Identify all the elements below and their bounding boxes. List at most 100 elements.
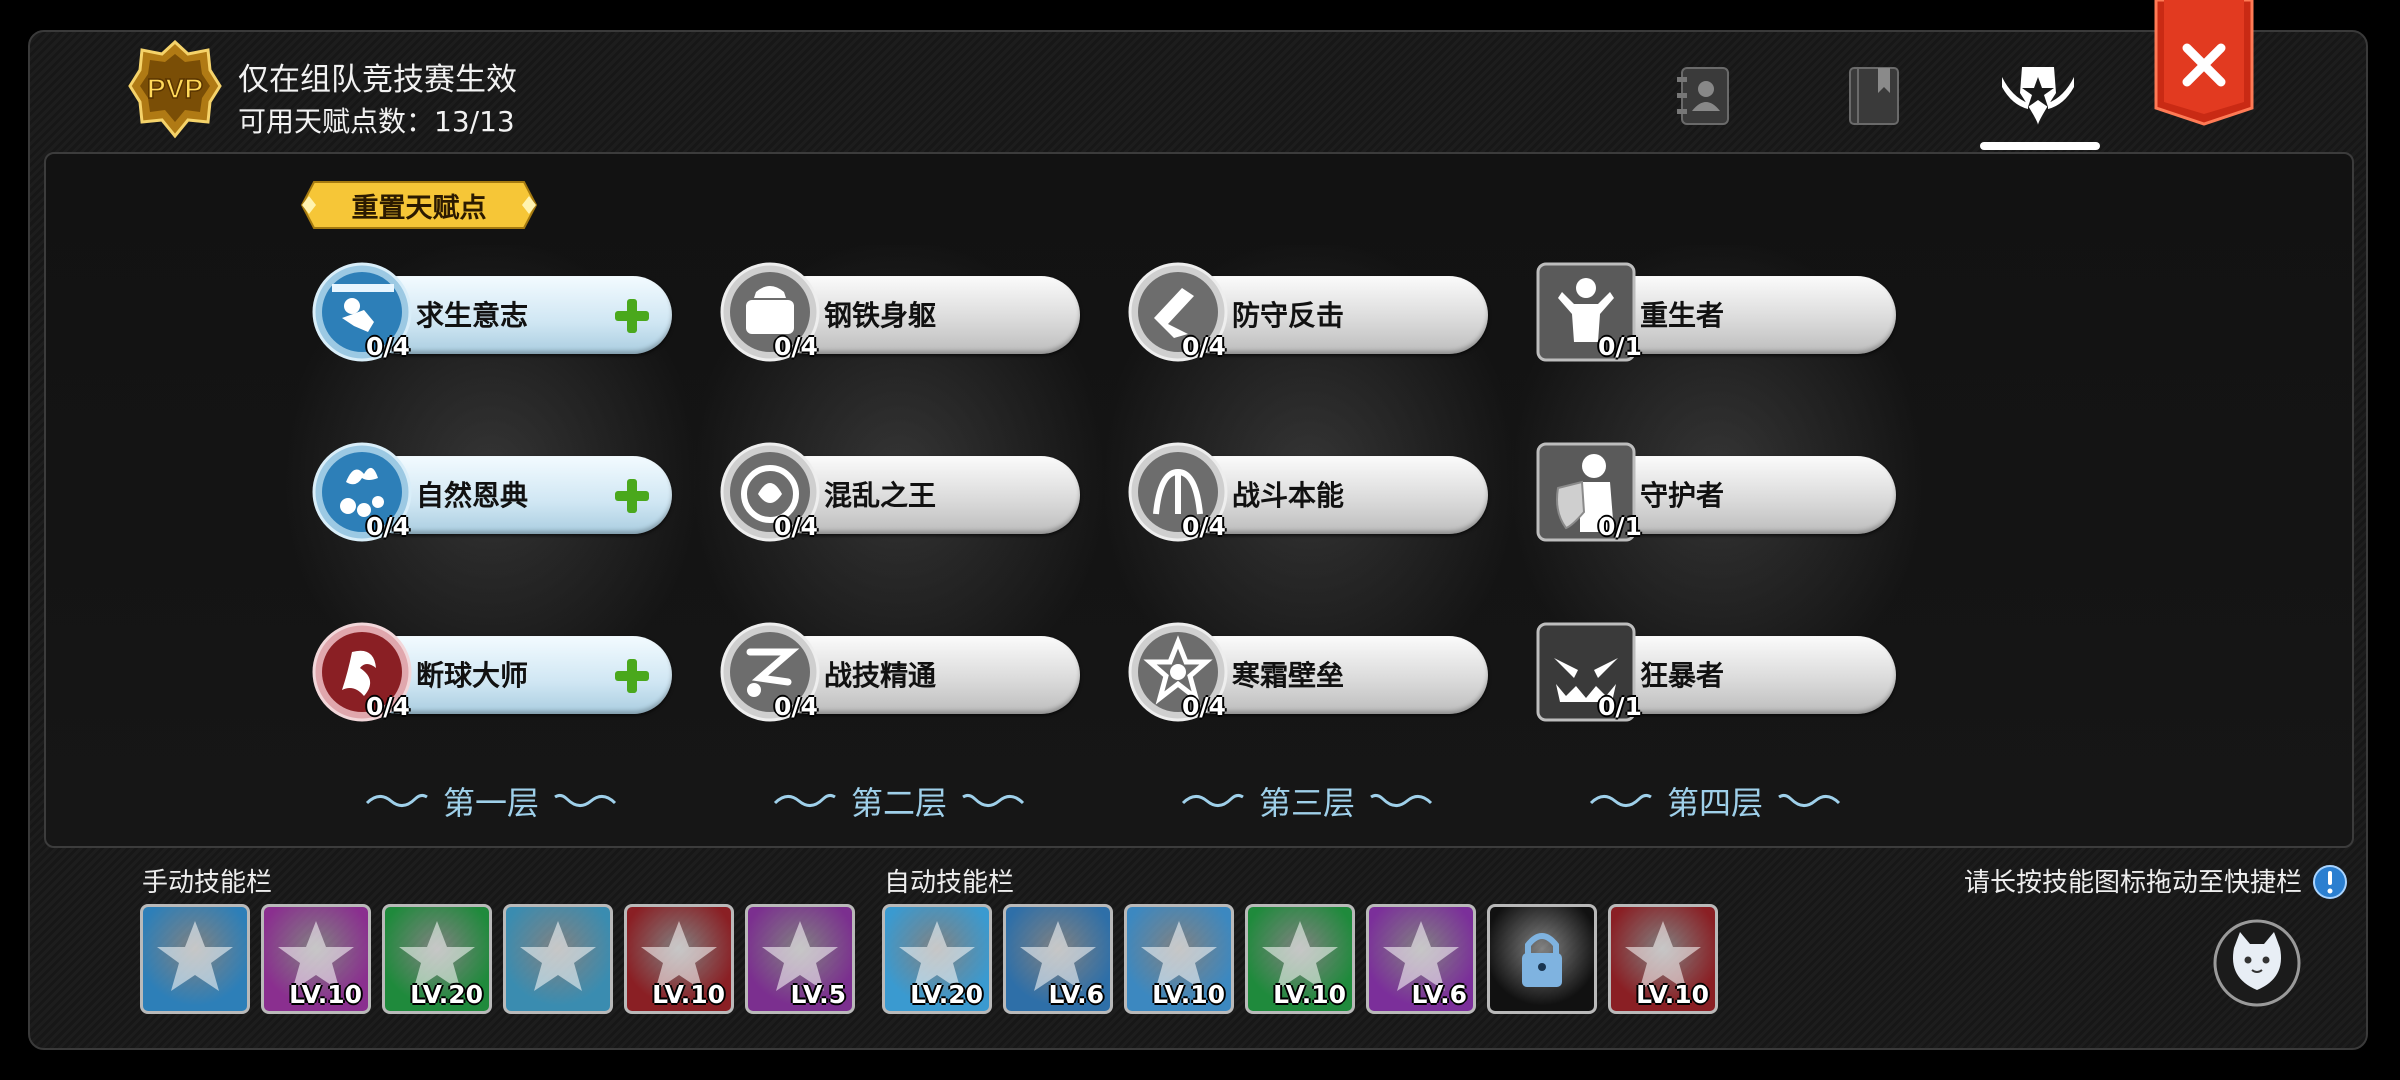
talent-points: 0/4: [774, 332, 818, 361]
tier-title: 第三层: [1258, 784, 1355, 822]
talent-natures-grace[interactable]: 自然恩典 0/4: [312, 436, 672, 542]
talent-name: 自然恩典: [416, 479, 529, 512]
skill-level: LV.10: [1636, 980, 1709, 1009]
tier-title: 第二层: [850, 784, 947, 822]
pvp-badge-icon: PVP: [128, 40, 222, 139]
talent-combat-mastery[interactable]: 战技精通 0/4: [720, 616, 1080, 722]
plus-icon[interactable]: [612, 656, 652, 696]
scroll-ornament-icon: [365, 793, 428, 807]
pvp-only-notice: 仅在组队竞技赛生效: [238, 62, 517, 98]
plus-icon[interactable]: [612, 296, 652, 336]
talent-name: 狂暴者: [1640, 659, 1725, 692]
lock-icon: [1522, 933, 1562, 987]
skill-slot[interactable]: LV.6: [1003, 904, 1113, 1014]
talent-points: 0/4: [1182, 692, 1226, 721]
talent-name: 寒霜壁垒: [1232, 659, 1345, 692]
skill-level: LV.10: [1273, 980, 1346, 1009]
talent-points: 0/1: [1598, 512, 1642, 541]
talent-points: 0/4: [366, 692, 410, 721]
drag-hint-text: 请长按技能图标拖动至快捷栏: [1963, 868, 2302, 898]
scroll-ornament-icon: [962, 793, 1025, 807]
talent-points: 0/1: [1598, 332, 1642, 361]
talent-name: 战技精通: [824, 659, 937, 692]
talent-points: 0/4: [774, 512, 818, 541]
talent-points: 0/4: [1182, 512, 1226, 541]
manual-skill-bar-label: 手动技能栏: [142, 868, 273, 898]
tier-label-4: 第四层: [1570, 776, 1860, 826]
assistant-avatar[interactable]: [2212, 918, 2302, 1008]
skill-slot[interactable]: LV.20: [882, 904, 992, 1014]
talent-guardian[interactable]: 守护者 0/1: [1536, 436, 1896, 542]
tier-title: 第四层: [1666, 784, 1763, 822]
auto-skill-bar-label: 自动技能栏: [884, 868, 1015, 898]
tier-title: 第一层: [442, 784, 539, 822]
talent-ball-breaker-master[interactable]: 断球大师 0/4: [312, 616, 672, 722]
talent-name: 防守反击: [1232, 299, 1345, 332]
talent-iron-body[interactable]: 钢铁身躯 0/4: [720, 256, 1080, 362]
contacts-book-icon: [1677, 67, 1729, 125]
talent-name: 断球大师: [416, 659, 529, 692]
talent-name: 求生意志: [416, 299, 529, 332]
talent-name: 守护者: [1640, 479, 1725, 512]
tab-contacts[interactable]: [1664, 58, 1744, 134]
plus-icon[interactable]: [612, 476, 652, 516]
talent-name: 混乱之王: [824, 479, 937, 512]
bookmark-book-icon: [1849, 67, 1899, 125]
skill-level: LV.6: [1048, 980, 1104, 1009]
skill-slot[interactable]: LV.10: [1124, 904, 1234, 1014]
talent-combat-instinct[interactable]: 战斗本能 0/4: [1128, 436, 1488, 542]
skill-level: LV.10: [1152, 980, 1225, 1009]
talent-reborn[interactable]: 重生者 0/1: [1536, 256, 1896, 362]
talent-survival-will[interactable]: 求生意志 0/4: [312, 256, 672, 362]
talent-name: 战斗本能: [1232, 479, 1345, 512]
tab-pvp-talents[interactable]: [1998, 58, 2078, 134]
active-tab-indicator: [1980, 142, 2100, 150]
talent-points: 0/4: [1182, 332, 1226, 361]
talent-king-of-chaos[interactable]: 混乱之王 0/4: [720, 436, 1080, 542]
reset-talents-button[interactable]: 重置天赋点: [300, 178, 538, 232]
skill-level: LV.20: [910, 980, 983, 1009]
skill-slot[interactable]: [1487, 904, 1597, 1014]
skill-slot[interactable]: LV.10: [624, 904, 734, 1014]
talent-counter-defense[interactable]: 防守反击 0/4: [1128, 256, 1488, 362]
close-button[interactable]: [2154, 0, 2254, 126]
talent-points: 0/4: [366, 332, 410, 361]
pvp-emblem-icon: [2002, 67, 2074, 125]
scroll-ornament-icon: [1370, 793, 1433, 807]
talent-points: 0/4: [774, 692, 818, 721]
skill-slot[interactable]: [140, 904, 250, 1014]
talent-frost-bastion[interactable]: 寒霜壁垒 0/4: [1128, 616, 1488, 722]
skill-slot[interactable]: LV.10: [261, 904, 371, 1014]
talent-name: 钢铁身躯: [824, 299, 937, 332]
skill-level: LV.10: [289, 980, 362, 1009]
tab-bookmarks[interactable]: [1834, 58, 1914, 134]
reset-talents-label: 重置天赋点: [351, 192, 487, 224]
skill-icon: [157, 921, 233, 991]
scroll-ornament-icon: [773, 793, 836, 807]
talent-name: 重生者: [1640, 299, 1725, 332]
scroll-ornament-icon: [554, 793, 617, 807]
scroll-ornament-icon: [1181, 793, 1244, 807]
scroll-ornament-icon: [1589, 793, 1652, 807]
tier-label-1: 第一层: [346, 776, 636, 826]
talent-points: 0/1: [1598, 692, 1642, 721]
skill-level: LV.6: [1411, 980, 1467, 1009]
skill-slot[interactable]: LV.10: [1608, 904, 1718, 1014]
skill-slot[interactable]: LV.20: [382, 904, 492, 1014]
available-talent-points: 可用天赋点数：13/13: [238, 105, 515, 138]
skill-level: LV.20: [410, 980, 483, 1009]
talent-berserker[interactable]: 狂暴者 0/1: [1536, 616, 1896, 722]
skill-slot[interactable]: LV.6: [1366, 904, 1476, 1014]
skill-slot[interactable]: LV.10: [1245, 904, 1355, 1014]
skill-slot[interactable]: [503, 904, 613, 1014]
pvp-badge-text: PVP: [147, 73, 203, 104]
talent-points: 0/4: [366, 512, 410, 541]
skill-icon: [520, 921, 596, 991]
scroll-ornament-icon: [1778, 793, 1841, 807]
skill-level: LV.10: [652, 980, 725, 1009]
tier-label-2: 第二层: [754, 776, 1044, 826]
skill-level: LV.5: [790, 980, 846, 1009]
info-icon[interactable]: [2312, 864, 2348, 900]
tier-label-3: 第三层: [1162, 776, 1452, 826]
skill-slot[interactable]: LV.5: [745, 904, 855, 1014]
